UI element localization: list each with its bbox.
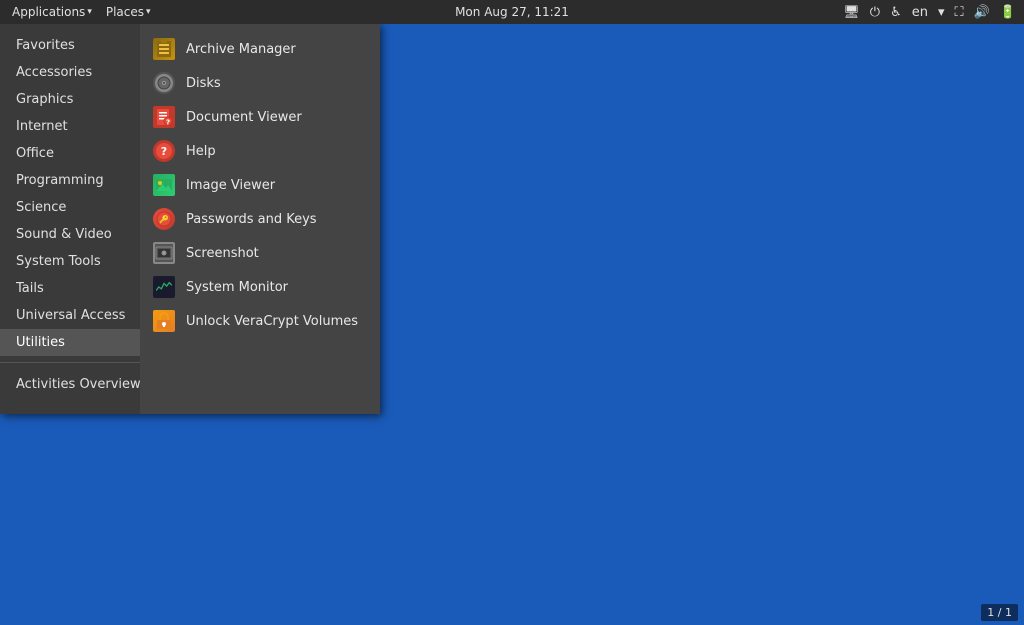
menu-category-favorites[interactable]: Favorites xyxy=(0,32,140,59)
menu-category-science[interactable]: Science xyxy=(0,194,140,221)
svg-text:?: ? xyxy=(166,119,170,127)
arrow-down-icon[interactable]: ▾ xyxy=(936,5,947,20)
volume-icon[interactable]: 🔊 xyxy=(972,5,992,20)
menu-categories: Favorites Accessories Graphics Internet … xyxy=(0,24,140,414)
applications-arrow-icon: ▾ xyxy=(87,7,92,17)
desktop: Favorites Accessories Graphics Internet … xyxy=(0,24,1024,625)
archive-manager-icon-container xyxy=(152,37,176,61)
veracrypt-icon xyxy=(153,310,175,332)
taskbar-left: Applications ▾ Places ▾ xyxy=(6,3,157,21)
menu-category-internet[interactable]: Internet xyxy=(0,113,140,140)
menu-category-utilities[interactable]: Utilities xyxy=(0,329,140,356)
taskbar: Applications ▾ Places ▾ Mon Aug 27, 11:2… xyxy=(0,0,1024,24)
menu-item-passwords-and-keys[interactable]: 🔑 Passwords and Keys xyxy=(140,202,380,236)
veracrypt-icon-container xyxy=(152,309,176,333)
network-icon[interactable]: 🖥 xyxy=(841,5,862,20)
places-label: Places xyxy=(106,5,144,19)
passwords-icon: 🔑 xyxy=(153,208,175,230)
taskbar-datetime: Mon Aug 27, 11:21 xyxy=(455,5,569,19)
places-menu-button[interactable]: Places ▾ xyxy=(100,3,157,21)
svg-text:🔑: 🔑 xyxy=(159,214,169,224)
disks-icon-container xyxy=(152,71,176,95)
menu-item-help[interactable]: ? Help xyxy=(140,134,380,168)
battery-icon[interactable]: 🔋 xyxy=(998,5,1018,20)
menu-item-document-viewer[interactable]: ? Document Viewer xyxy=(140,100,380,134)
menu-category-tails[interactable]: Tails xyxy=(0,275,140,302)
disks-label: Disks xyxy=(186,76,221,91)
help-label: Help xyxy=(186,144,216,159)
menu-category-office[interactable]: Office xyxy=(0,140,140,167)
menu-activities-overview[interactable]: Activities Overview xyxy=(0,371,140,398)
menu-items: Archive Manager Disks xyxy=(140,24,380,414)
archive-manager-label: Archive Manager xyxy=(186,42,296,57)
system-monitor-icon-container xyxy=(152,275,176,299)
passwords-icon-container: 🔑 xyxy=(152,207,176,231)
menu-category-programming[interactable]: Programming xyxy=(0,167,140,194)
screenshot-label: Screenshot xyxy=(186,246,259,261)
menu-category-accessories[interactable]: Accessories xyxy=(0,59,140,86)
menu-category-system-tools[interactable]: System Tools xyxy=(0,248,140,275)
screenshot-icon-container xyxy=(152,241,176,265)
accessibility-icon[interactable]: ♿ xyxy=(888,5,904,20)
menu-item-archive-manager[interactable]: Archive Manager xyxy=(140,32,380,66)
screenshot-icon xyxy=(153,242,175,264)
menu-category-sound-video[interactable]: Sound & Video xyxy=(0,221,140,248)
menu-item-system-monitor[interactable]: System Monitor xyxy=(140,270,380,304)
application-menu: Favorites Accessories Graphics Internet … xyxy=(0,24,380,414)
archive-manager-icon xyxy=(153,38,175,60)
network-status-icon[interactable]: ⛶ xyxy=(953,5,966,20)
language-label[interactable]: en xyxy=(910,5,930,20)
applications-label: Applications xyxy=(12,5,85,19)
menu-item-screenshot[interactable]: Screenshot xyxy=(140,236,380,270)
taskbar-right: 🖥 ⏻ ♿ en ▾ ⛶ 🔊 🔋 xyxy=(841,5,1018,20)
page-indicator: 1 / 1 xyxy=(981,604,1018,621)
system-monitor-icon xyxy=(153,276,175,298)
document-viewer-label: Document Viewer xyxy=(186,110,302,125)
image-viewer-icon-container xyxy=(152,173,176,197)
system-monitor-label: System Monitor xyxy=(186,280,288,295)
places-arrow-icon: ▾ xyxy=(146,7,151,17)
menu-item-unlock-veracrypt[interactable]: Unlock VeraCrypt Volumes xyxy=(140,304,380,338)
menu-category-graphics[interactable]: Graphics xyxy=(0,86,140,113)
image-viewer-label: Image Viewer xyxy=(186,178,275,193)
menu-category-universal-access[interactable]: Universal Access xyxy=(0,302,140,329)
disks-icon xyxy=(153,72,175,94)
applications-menu-button[interactable]: Applications ▾ xyxy=(6,3,98,21)
help-icon: ? xyxy=(153,140,175,162)
unlock-veracrypt-label: Unlock VeraCrypt Volumes xyxy=(186,314,358,329)
menu-item-image-viewer[interactable]: Image Viewer xyxy=(140,168,380,202)
menu-item-disks[interactable]: Disks xyxy=(140,66,380,100)
power-icon[interactable]: ⏻ xyxy=(868,5,882,20)
help-icon-container: ? xyxy=(152,139,176,163)
menu-bottom: Activities Overview xyxy=(0,362,140,406)
document-viewer-icon: ? xyxy=(153,106,175,128)
image-viewer-icon xyxy=(153,174,175,196)
document-viewer-icon-container: ? xyxy=(152,105,176,129)
passwords-and-keys-label: Passwords and Keys xyxy=(186,212,317,227)
